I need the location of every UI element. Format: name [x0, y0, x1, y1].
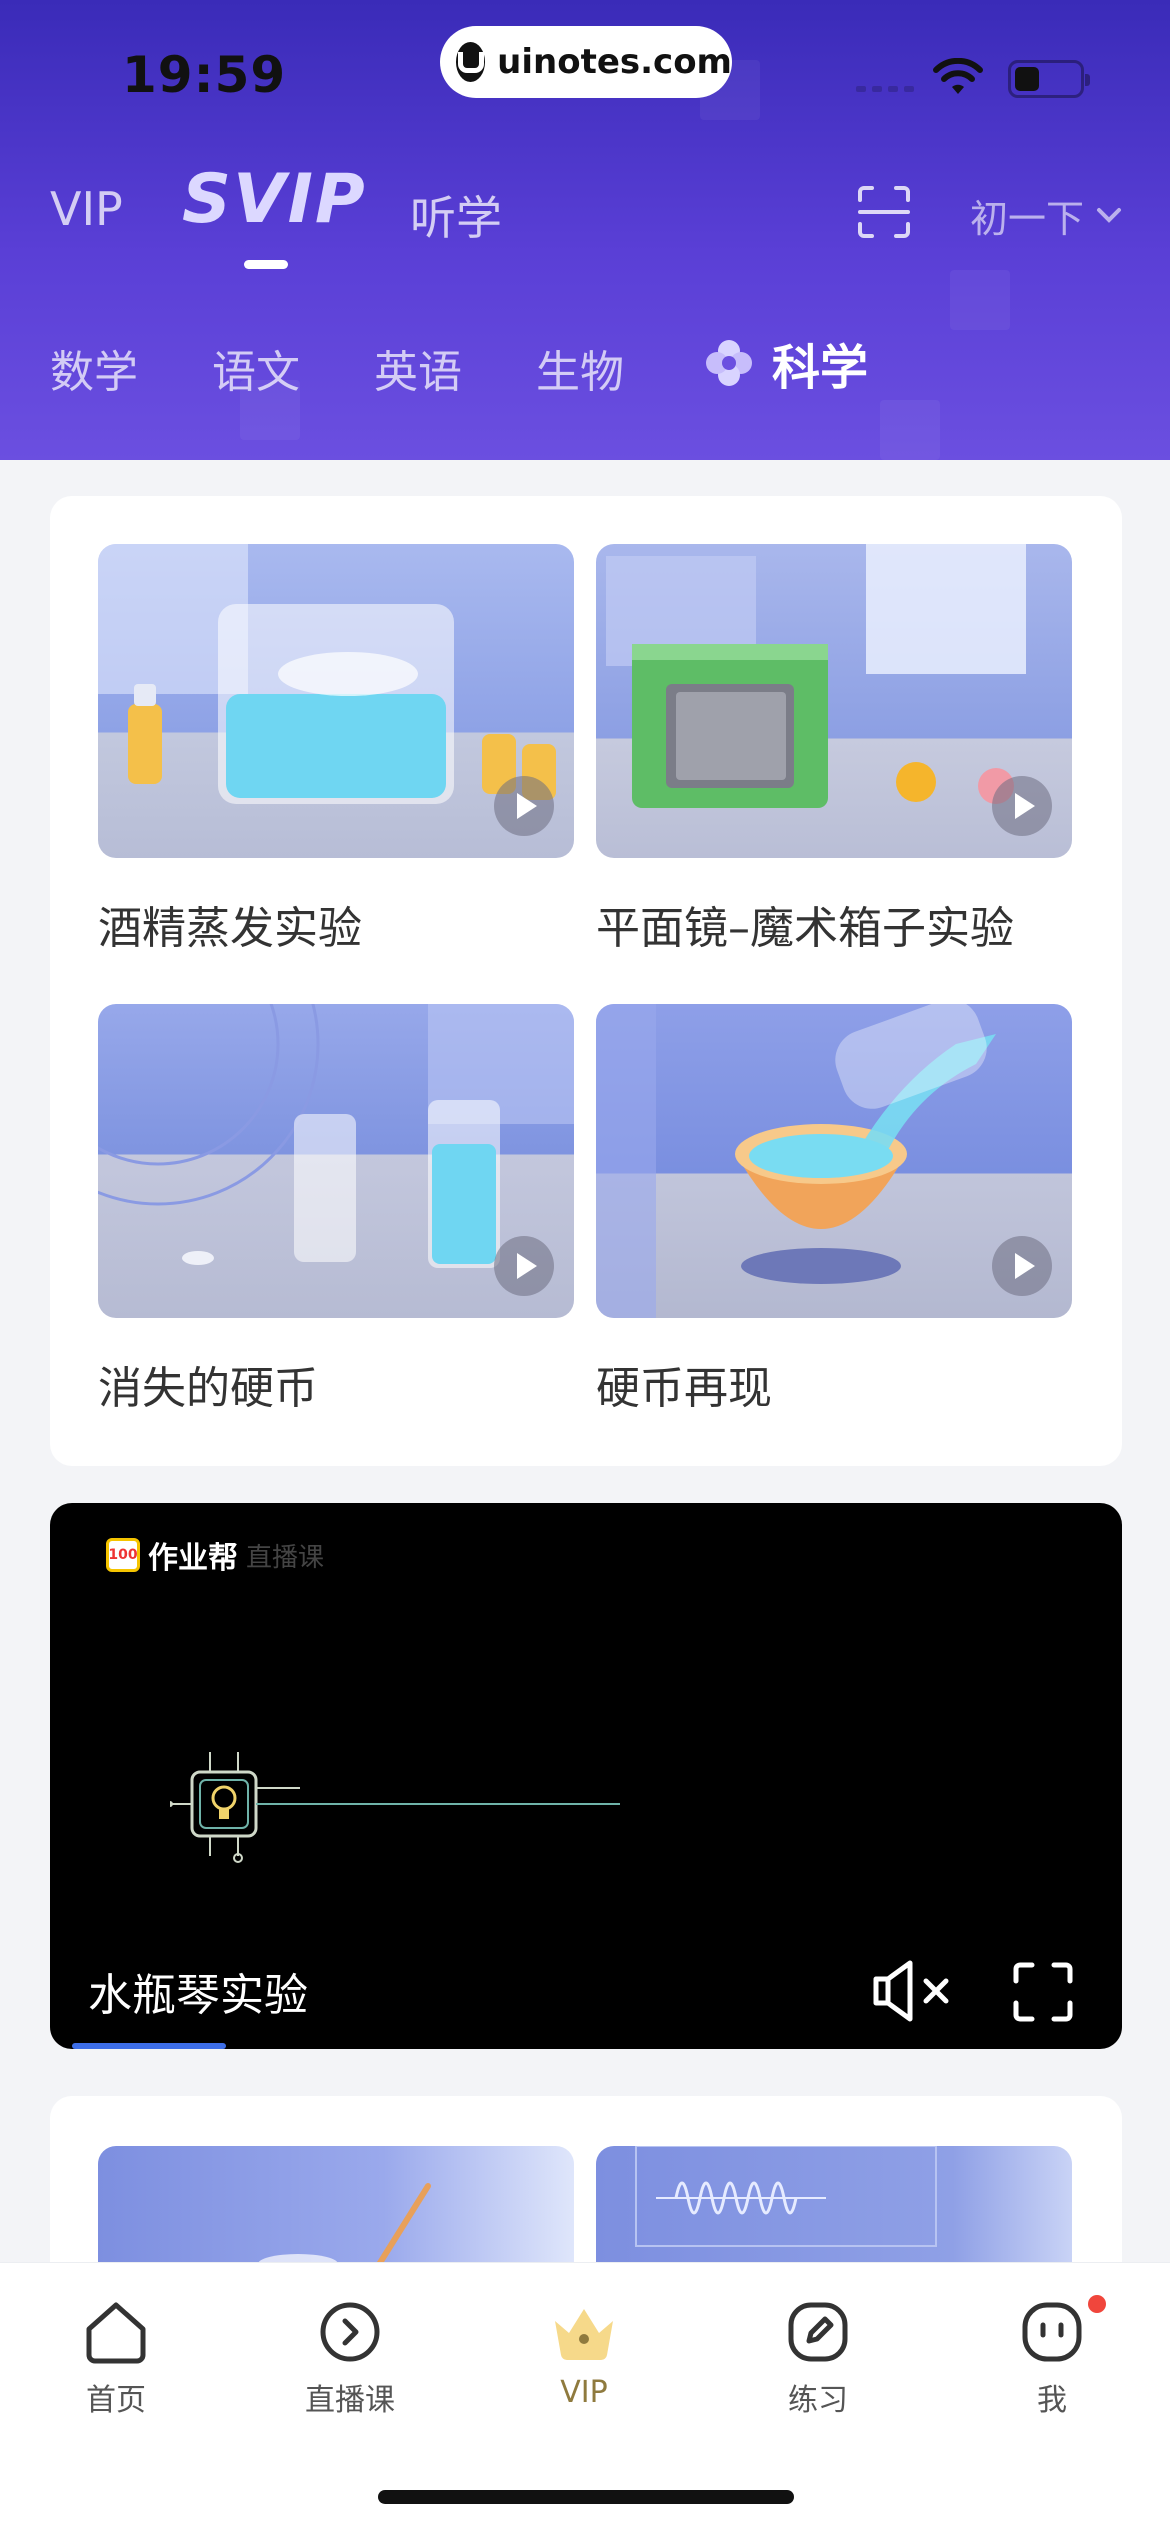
mute-icon[interactable]: [872, 1959, 954, 2023]
player-watermark: 100 作业帮 直播课: [106, 1533, 324, 1577]
experiment-thumbnail[interactable]: [98, 544, 574, 858]
home-indicator: [378, 2490, 794, 2504]
nav-home[interactable]: 首页: [36, 2297, 196, 2419]
subject-tab-math[interactable]: 数学: [50, 336, 138, 400]
notification-dot: [1088, 2295, 1106, 2313]
url-text: uinotes.com: [497, 42, 732, 82]
battery-icon: [1008, 60, 1090, 98]
nav-me-label: 我: [1037, 2383, 1067, 2418]
grade-label: 初一下: [970, 197, 1085, 241]
brand-name: 作业帮: [148, 1541, 238, 1576]
experiment-title: 平面镜–魔术箱子实验: [596, 903, 1014, 954]
nav-live-label: 直播课: [305, 2383, 395, 2418]
nav-vip-label: VIP: [560, 2375, 608, 2410]
flower-icon: [706, 340, 752, 386]
subject-tab-science-label: 科学: [772, 340, 869, 396]
url-pill[interactable]: uinotes.com: [440, 26, 732, 98]
cellular-signal-icon: [856, 86, 914, 92]
nav-home-label: 首页: [86, 2383, 146, 2418]
nav-vip[interactable]: VIP: [504, 2297, 664, 2410]
experiment-title: 酒精蒸发实验: [98, 903, 362, 954]
tab-vip[interactable]: VIP: [50, 182, 123, 236]
subject-tab-english[interactable]: 英语: [374, 336, 462, 400]
me-icon: [1022, 2302, 1082, 2362]
play-icon[interactable]: [494, 776, 554, 836]
experiment-item[interactable]: 硬币再现: [596, 1004, 1072, 1416]
nav-me[interactable]: 我: [972, 2297, 1132, 2419]
tab-listen[interactable]: 听学: [410, 182, 502, 248]
subject-tabs: 数学 语文 英语 生物 科学: [0, 328, 1170, 400]
status-time: 19:59: [122, 46, 287, 104]
wifi-icon: [933, 58, 983, 94]
chevron-down-icon: [1097, 207, 1122, 223]
experiment-item[interactable]: 酒精蒸发实验: [98, 544, 574, 956]
fullscreen-icon[interactable]: [1012, 1961, 1074, 2023]
top-tabs: VIP SVIP 听学 初一下: [0, 160, 1170, 280]
header: 19:59 uinotes.com VIP SVIP 听学 初一下 数学 语文 …: [0, 0, 1170, 460]
nav-live[interactable]: 直播课: [270, 2297, 430, 2419]
lightbulb-circuit-illustration: [170, 1752, 620, 1863]
practice-icon: [788, 2302, 848, 2362]
play-icon[interactable]: [494, 1236, 554, 1296]
tab-svip[interactable]: SVIP: [182, 160, 367, 239]
soundwave-illustration: [635, 2145, 937, 2247]
subject-tab-biology[interactable]: 生物: [536, 336, 624, 400]
subject-tab-chinese[interactable]: 语文: [212, 336, 300, 400]
experiment-thumbnail[interactable]: [98, 1004, 574, 1318]
experiment-thumbnail[interactable]: [596, 1004, 1072, 1318]
video-player[interactable]: 100 作业帮 直播课 水瓶琴实验: [50, 1503, 1122, 2049]
experiment-grid-card: 酒精蒸发实验 平面镜–魔术箱子实验 消失的硬币 硬币再现: [50, 496, 1122, 1466]
experiment-title: 硬币再现: [596, 1363, 772, 1414]
site-logo-icon: [456, 42, 486, 82]
experiment-item[interactable]: 平面镜–魔术箱子实验: [596, 544, 1072, 956]
video-progress-bar[interactable]: [72, 2043, 226, 2049]
experiment-thumbnail[interactable]: [596, 544, 1072, 858]
experiment-title: 消失的硬币: [98, 1363, 318, 1414]
active-tab-indicator: [244, 260, 288, 269]
vip-crown-icon: [555, 2309, 613, 2361]
subject-tab-science[interactable]: 科学: [704, 328, 868, 398]
grade-selector[interactable]: 初一下: [970, 188, 1122, 243]
home-icon: [86, 2302, 146, 2364]
brand-badge: 100: [106, 1538, 140, 1572]
live-icon: [320, 2302, 380, 2362]
video-title: 水瓶琴实验: [88, 1970, 308, 2021]
brand-faded: 直播课: [246, 1542, 325, 1573]
play-icon[interactable]: [992, 776, 1052, 836]
nav-practice-label: 练习: [788, 2383, 848, 2418]
scan-icon[interactable]: [856, 184, 912, 240]
nav-practice[interactable]: 练习: [738, 2297, 898, 2419]
experiment-item[interactable]: 消失的硬币: [98, 1004, 574, 1416]
play-icon[interactable]: [992, 1236, 1052, 1296]
status-bar: 19:59 uinotes.com: [0, 0, 1170, 140]
stirring-illustration: [258, 2183, 431, 2274]
